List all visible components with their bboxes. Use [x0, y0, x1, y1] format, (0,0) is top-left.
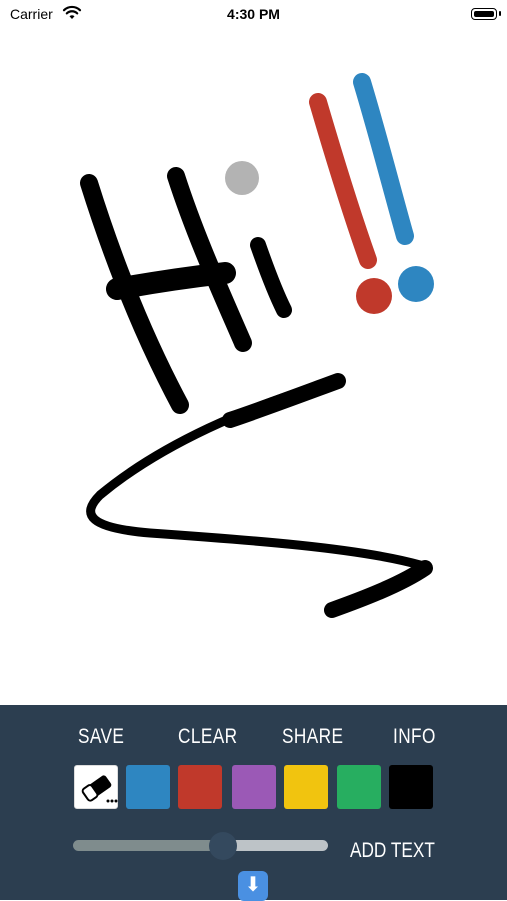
brush-size-slider[interactable] [73, 832, 328, 860]
drawing-canvas[interactable] [0, 30, 507, 705]
color-swatch-yellow[interactable] [284, 765, 328, 809]
slider-thumb[interactable] [209, 832, 237, 860]
dot-i [225, 161, 259, 195]
color-swatch-blue[interactable] [126, 765, 170, 809]
battery-icon [471, 8, 497, 20]
stroke-exclaim-blue [353, 73, 414, 245]
info-button[interactable]: INFO [393, 725, 436, 749]
clock: 4:30 PM [227, 6, 280, 22]
stroke-h-left-thin [107, 237, 183, 408]
clear-button[interactable]: CLEAR [178, 725, 237, 749]
add-text-button[interactable]: ADD TEXT [350, 839, 435, 863]
stroke-h-right [167, 167, 252, 352]
eraser-icon [81, 775, 118, 803]
stroke-i-body [250, 237, 292, 318]
slider-track-empty [223, 840, 328, 851]
color-swatch-green[interactable] [337, 765, 381, 809]
slider-track-filled [73, 840, 223, 851]
stroke-squiggle-end [324, 560, 433, 618]
arrow-down-icon: ⬇ [244, 874, 262, 896]
save-button[interactable]: SAVE [78, 725, 124, 749]
dot-exclaim-blue [398, 266, 434, 302]
color-swatch-black[interactable] [389, 765, 433, 809]
stroke-squiggle-top [222, 373, 346, 428]
stroke-exclaim-red [309, 93, 377, 269]
dot-exclaim-red [356, 278, 392, 314]
share-button[interactable]: SHARE [282, 725, 343, 749]
color-swatch-purple[interactable] [232, 765, 276, 809]
toolbar: SAVE CLEAR SHARE INFO ADD TEXT ⬇ [0, 705, 507, 901]
eraser-button[interactable] [74, 765, 118, 809]
hide-toolbar-button[interactable]: ⬇ [238, 871, 268, 901]
color-swatch-red[interactable] [178, 765, 222, 809]
status-bar: Carrier 4:30 PM [0, 0, 507, 30]
